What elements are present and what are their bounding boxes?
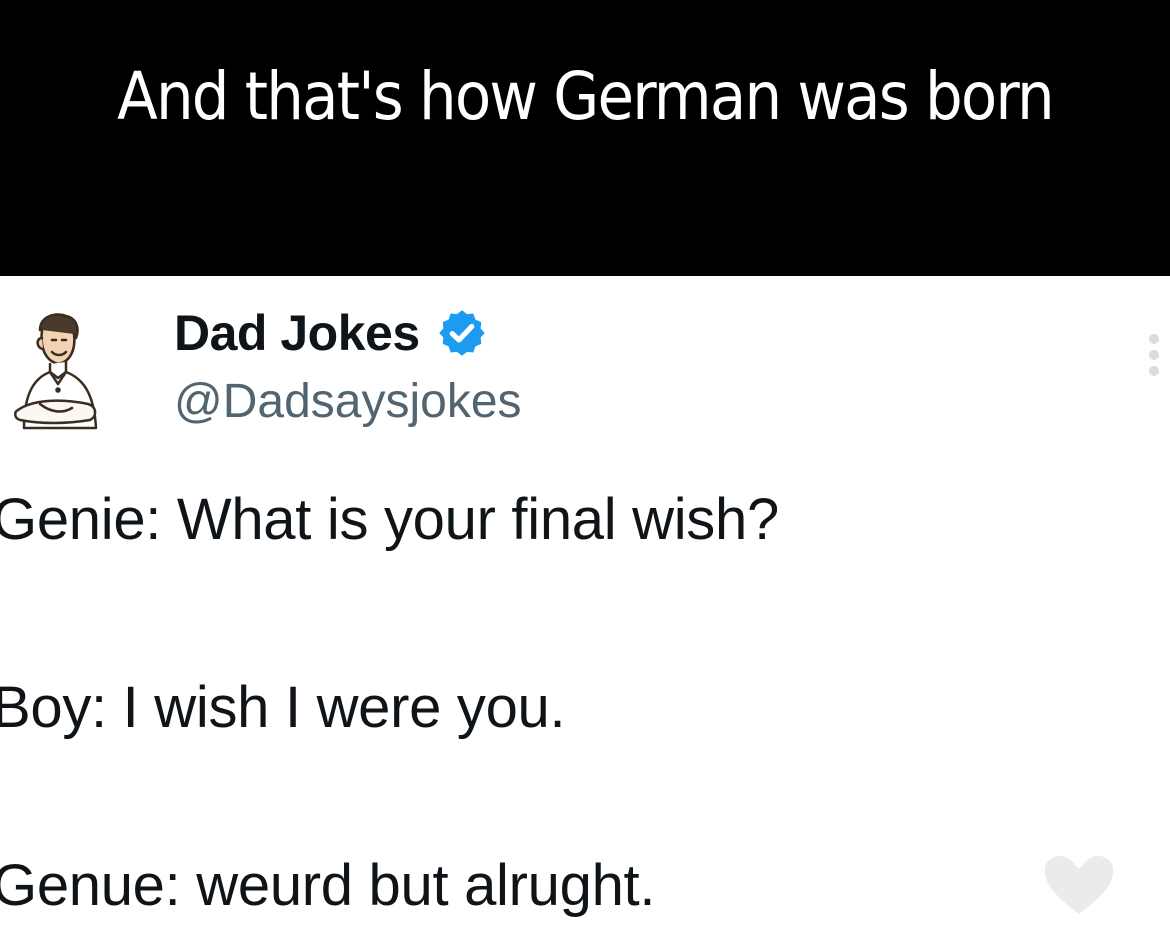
tweet-card: Dad Jokes @Dadsaysjokes Genie: What is y…	[0, 276, 1170, 943]
meme-page: And that's how German was born Dad Jokes…	[0, 0, 1170, 943]
caption-text: And that's how German was born	[117, 58, 1055, 135]
heart-outline-icon[interactable]	[1036, 848, 1122, 924]
tweet-text-line: Genie: What is your final wish?	[0, 487, 779, 552]
tweet-text-line: Boy: I wish I were you.	[0, 675, 566, 740]
caption-bar: And that's how German was born	[0, 0, 1170, 276]
more-options-icon[interactable]	[1146, 334, 1162, 384]
avatar[interactable]	[10, 308, 106, 432]
author-name-row[interactable]: Dad Jokes	[174, 304, 488, 362]
author-name[interactable]: Dad Jokes	[174, 304, 420, 362]
verified-badge-icon	[438, 310, 485, 356]
author-handle[interactable]: @Dadsaysjokes	[174, 374, 522, 429]
tweet-text-line: Genue: weurd but alrught.	[0, 853, 656, 918]
